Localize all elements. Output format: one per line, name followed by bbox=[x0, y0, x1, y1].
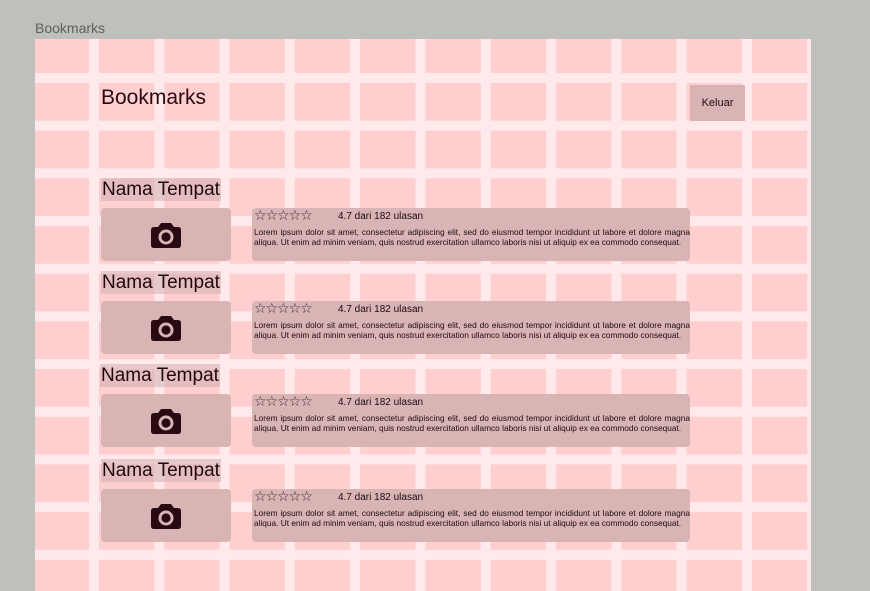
place-name[interactable]: Nama Tempat bbox=[101, 459, 221, 482]
place-info-card[interactable]: ☆☆☆☆☆ 4.7 dari 182 ulasan Lorem ipsum do… bbox=[252, 208, 690, 261]
camera-icon bbox=[150, 221, 182, 249]
place-info-card[interactable]: ☆☆☆☆☆ 4.7 dari 182 ulasan Lorem ipsum do… bbox=[252, 489, 690, 542]
place-info-card[interactable]: ☆☆☆☆☆ 4.7 dari 182 ulasan Lorem ipsum do… bbox=[252, 394, 690, 447]
rating-text: 4.7 dari 182 ulasan bbox=[338, 397, 424, 408]
rating-text: 4.7 dari 182 ulasan bbox=[338, 492, 424, 503]
rating-stars: ☆☆☆☆☆ bbox=[254, 394, 313, 410]
place-photo[interactable] bbox=[101, 394, 231, 447]
camera-icon bbox=[150, 502, 182, 530]
place-name[interactable]: Nama Tempat bbox=[100, 364, 220, 387]
place-description: Lorem ipsum dolor sit amet, consectetur … bbox=[254, 508, 690, 528]
rating-stars: ☆☆☆☆☆ bbox=[254, 489, 313, 505]
place-description: Lorem ipsum dolor sit amet, consectetur … bbox=[254, 413, 690, 433]
camera-icon bbox=[150, 407, 182, 435]
rating-text: 4.7 dari 182 ulasan bbox=[338, 304, 424, 315]
rating-stars: ☆☆☆☆☆ bbox=[254, 301, 313, 317]
place-photo[interactable] bbox=[101, 208, 231, 261]
rating-stars: ☆☆☆☆☆ bbox=[254, 208, 313, 224]
place-name[interactable]: Nama Tempat bbox=[101, 178, 221, 201]
place-info-card[interactable]: ☆☆☆☆☆ 4.7 dari 182 ulasan Lorem ipsum do… bbox=[252, 301, 690, 354]
place-description: Lorem ipsum dolor sit amet, consectetur … bbox=[254, 320, 690, 340]
logout-button[interactable]: Keluar bbox=[690, 85, 745, 121]
place-name[interactable]: Nama Tempat bbox=[101, 271, 221, 294]
frame-label: Bookmarks bbox=[35, 20, 106, 36]
rating-text: 4.7 dari 182 ulasan bbox=[338, 211, 424, 222]
camera-icon bbox=[150, 314, 182, 342]
place-photo[interactable] bbox=[101, 301, 231, 354]
place-description: Lorem ipsum dolor sit amet, consectetur … bbox=[254, 227, 690, 247]
place-photo[interactable] bbox=[101, 489, 231, 542]
bookmarks-frame: Bookmarks Keluar Nama Tempat ☆☆☆☆☆ 4.7 d… bbox=[35, 39, 811, 591]
page-title: Bookmarks bbox=[101, 86, 207, 109]
